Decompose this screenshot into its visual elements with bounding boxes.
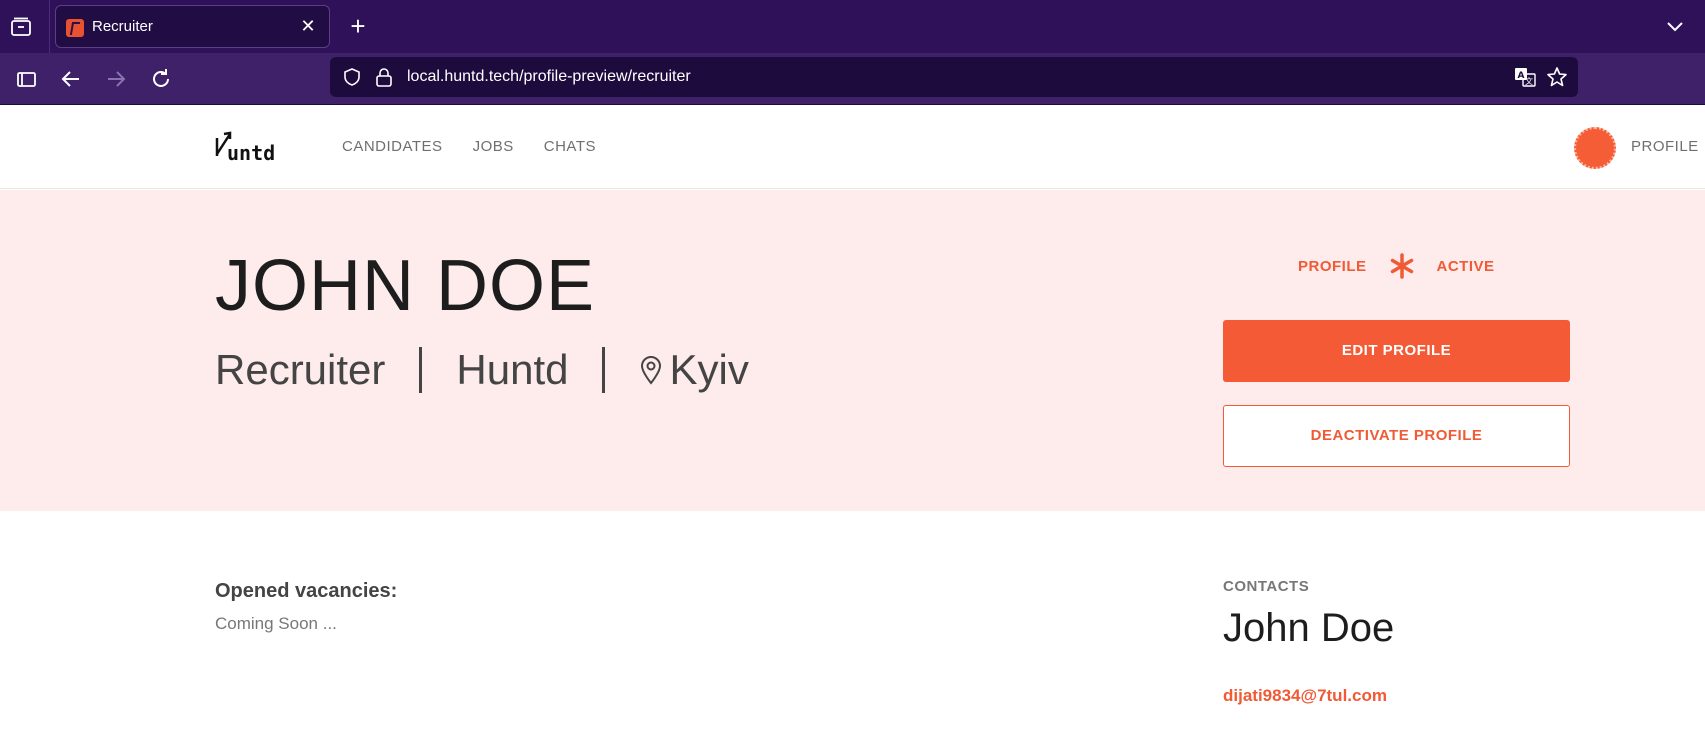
address-bar[interactable]: local.huntd.tech/profile-preview/recruit… (330, 57, 1578, 97)
page: untd CANDIDATES JOBS CHATS PROFILE JOHN … (0, 106, 1705, 751)
back-arrow-icon[interactable] (57, 65, 85, 93)
favicon-icon (66, 19, 84, 37)
edit-profile-button[interactable]: EDIT PROFILE (1223, 320, 1570, 382)
lock-icon[interactable] (375, 67, 393, 87)
status-label: PROFILE (1298, 257, 1367, 275)
contact-email-link[interactable]: dijati9834@7tul.com (1223, 686, 1387, 706)
profile-hero: JOHN DOE Recruiter Huntd Kyiv PROFILE AC… (0, 190, 1705, 511)
close-tab-icon[interactable]: ✕ (297, 15, 319, 37)
divider (419, 347, 423, 393)
avatar[interactable] (1574, 127, 1616, 169)
browser-tab-bar: Recruiter ✕ + (0, 0, 1705, 53)
chevron-down-icon[interactable] (1663, 14, 1687, 38)
vacancies-text: Coming Soon ... (215, 614, 337, 633)
contact-name: John Doe (1223, 606, 1395, 650)
tab-list-icon[interactable] (10, 17, 32, 37)
nav-candidates[interactable]: CANDIDATES (342, 138, 443, 155)
profile-status: PROFILE ACTIVE (1298, 253, 1495, 279)
bookmark-star-icon[interactable] (1546, 66, 1568, 88)
nav-jobs[interactable]: JOBS (473, 138, 514, 155)
main-nav: CANDIDATES JOBS CHATS (342, 138, 636, 155)
reload-icon[interactable] (147, 65, 175, 93)
deactivate-profile-button[interactable]: DEACTIVATE PROFILE (1223, 405, 1570, 467)
browser-nav-bar: local.huntd.tech/profile-preview/recruit… (0, 53, 1705, 105)
vacancies-title: Opened vacancies: (215, 580, 398, 602)
huntd-logo[interactable]: untd (215, 126, 285, 166)
translate-icon[interactable]: A 文 (1514, 66, 1536, 88)
logo-text: untd (227, 141, 276, 165)
forward-arrow-icon[interactable] (102, 65, 130, 93)
new-tab-icon[interactable]: + (345, 13, 371, 39)
asterisk-icon (1390, 253, 1413, 279)
status-value: ACTIVE (1436, 257, 1495, 275)
shield-icon[interactable] (342, 67, 362, 87)
tab-separator (49, 0, 50, 53)
divider (602, 347, 606, 393)
site-header: untd CANDIDATES JOBS CHATS PROFILE (0, 106, 1705, 189)
svg-text:文: 文 (1525, 76, 1533, 86)
profile-subline: Recruiter Huntd Kyiv (215, 345, 749, 395)
svg-text:A: A (1518, 71, 1525, 81)
profile-location: Kyiv (669, 346, 749, 393)
profile-company: Huntd (456, 346, 569, 393)
tab-title: Recruiter (92, 18, 153, 35)
contacts-label: CONTACTS (1223, 578, 1310, 595)
profile-role: Recruiter (215, 346, 386, 393)
profile-name: JOHN DOE (215, 246, 596, 326)
nav-chats[interactable]: CHATS (544, 138, 596, 155)
browser-tab[interactable]: Recruiter ✕ (55, 5, 330, 48)
url-text[interactable]: local.huntd.tech/profile-preview/recruit… (407, 68, 691, 86)
profile-link[interactable]: PROFILE (1631, 138, 1699, 155)
location-pin-icon (641, 356, 662, 385)
sidebar-toggle-icon[interactable] (12, 65, 40, 93)
